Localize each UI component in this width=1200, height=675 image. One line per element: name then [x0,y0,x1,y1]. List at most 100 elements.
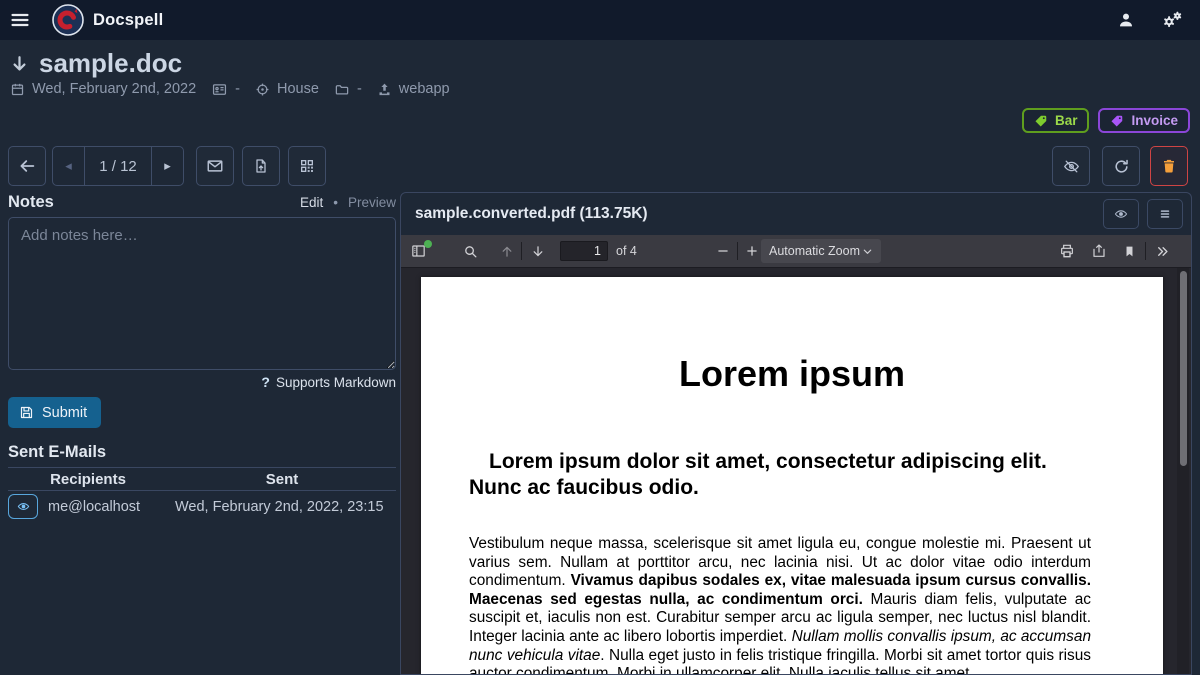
notification-dot [424,240,432,248]
address-card-icon [211,82,228,97]
item-date[interactable]: Wed, February 2nd, 2022 [32,81,196,97]
user-menu-button[interactable] [1112,6,1140,34]
pdf-bookmark-button[interactable] [1116,235,1143,267]
save-icon [19,405,34,420]
question-mark-icon[interactable]: ? [261,374,270,390]
eye-icon [16,500,31,513]
refresh-icon [1113,158,1130,175]
item-source[interactable]: webapp [399,81,450,97]
top-navbar: Docspell [0,0,1200,40]
item-name: sample.doc [39,48,182,79]
bookmark-icon [1123,244,1136,259]
tag-label: Invoice [1131,113,1178,128]
notes-heading: Notes [8,193,54,212]
qr-code-icon [299,158,315,174]
item-folder[interactable]: - [357,81,362,97]
submit-label: Submit [42,405,87,421]
double-chevron-right-icon [1155,244,1170,259]
dot-separator: • [333,195,338,210]
pdf-page-count: of 4 [616,244,637,258]
docspell-app: Docspell [0,0,1200,675]
view-mail-button[interactable] [8,494,38,519]
sent-emails-heading: Sent E-Mails [8,443,106,462]
settings-menu-button[interactable] [1158,6,1186,34]
arrow-down-icon [531,244,545,259]
notes-header: Notes Edit • Preview [8,193,396,212]
item-meta-row: Wed, February 2nd, 2022 - House - webapp [10,81,450,97]
pdf-zoom-select[interactable]: Automatic Zoom [761,239,881,263]
pdf-zoom-value: Automatic Zoom [769,244,860,258]
pdf-document-title: Lorem ipsum [421,353,1163,395]
hide-item-button[interactable] [1052,146,1090,186]
upload-icon [377,82,392,97]
file-upload-icon [253,157,269,175]
search-icon [463,244,478,259]
arrow-left-icon [18,157,36,175]
attachment-panel: sample.converted.pdf (113.75K) [400,192,1192,675]
notes-input[interactable] [8,217,396,370]
pdf-next-page-button[interactable] [524,235,552,267]
pager-next-button[interactable]: ▸ [151,147,183,185]
markdown-hint: ? Supports Markdown [8,374,396,390]
eye-slash-icon [1062,158,1081,175]
pdf-page-number-input[interactable] [560,241,608,261]
attachment-name: sample.converted.pdf (113.75K) [415,205,648,223]
tag-icon [1034,114,1048,128]
attachment-menu-button[interactable] [1147,199,1183,229]
attachment-header: sample.converted.pdf (113.75K) [401,193,1191,235]
pdf-sidebar-toggle-button[interactable] [403,235,434,267]
qr-code-button[interactable] [288,146,326,186]
user-icon [1117,11,1135,29]
tag-invoice[interactable]: Invoice [1098,108,1190,133]
tag-bar[interactable]: Bar [1022,108,1090,133]
chevron-down-icon [862,246,873,257]
download-icon [1091,243,1107,259]
send-mail-button[interactable] [196,146,234,186]
brand[interactable]: Docspell [52,4,163,36]
item-toolbar: ◂ 1 / 12 ▸ [0,146,1200,186]
pdf-find-button[interactable] [456,235,485,267]
mail-recipients: me@localhost [48,499,165,515]
pdfjs-toolbar: of 4 Automatic Zoom [401,235,1191,267]
brand-name: Docspell [93,11,163,30]
pdf-more-tools-button[interactable] [1148,235,1177,267]
notes-preview-link[interactable]: Preview [348,195,396,210]
notes-edit-link[interactable]: Edit [300,195,323,210]
pager-position: 1 / 12 [85,147,151,185]
pdf-viewer[interactable]: Lorem ipsum Lorem ipsum dolor sit amet, … [401,267,1191,674]
item-concerning[interactable]: House [277,81,319,97]
plus-icon [745,244,759,258]
mail-sent-date: Wed, February 2nd, 2022, 23:15 [175,499,384,515]
tag-list: Bar Invoice [1022,108,1190,133]
crosshair-icon [255,82,270,97]
sent-emails-table-header: Recipients Sent [8,467,396,491]
pdf-previous-page-button[interactable] [493,235,521,267]
printer-icon [1059,243,1075,259]
pdf-save-button[interactable] [1084,235,1114,267]
column-sent: Sent [168,471,396,488]
menu-toggle-button[interactable] [0,0,40,40]
item-correspondent[interactable]: - [235,81,240,97]
bars-icon [1158,207,1172,221]
calendar-icon [10,82,25,97]
caret-right-icon: ▸ [164,158,171,174]
caret-left-icon: ◂ [65,158,72,174]
back-button[interactable] [8,146,46,186]
hamburger-icon [10,10,30,30]
notes-submit-button[interactable]: Submit [8,397,101,428]
pager-prev-button[interactable]: ◂ [53,147,85,185]
pdf-zoom-out-button[interactable] [709,235,737,267]
column-recipients: Recipients [8,471,168,488]
delete-item-button[interactable] [1150,146,1188,186]
pdf-print-button[interactable] [1052,235,1082,267]
pdf-document-subtitle: Lorem ipsum dolor sit amet, consectetur … [469,449,1093,501]
markdown-hint-label[interactable]: Supports Markdown [276,375,396,390]
pdf-scrollbar-thumb[interactable] [1180,271,1187,466]
reprocess-button[interactable] [1102,146,1140,186]
attachment-view-button[interactable] [1103,199,1139,229]
tag-label: Bar [1055,113,1078,128]
folder-icon [334,82,350,97]
arrow-down-icon [10,52,29,76]
add-files-button[interactable] [242,146,280,186]
tag-icon [1110,114,1124,128]
